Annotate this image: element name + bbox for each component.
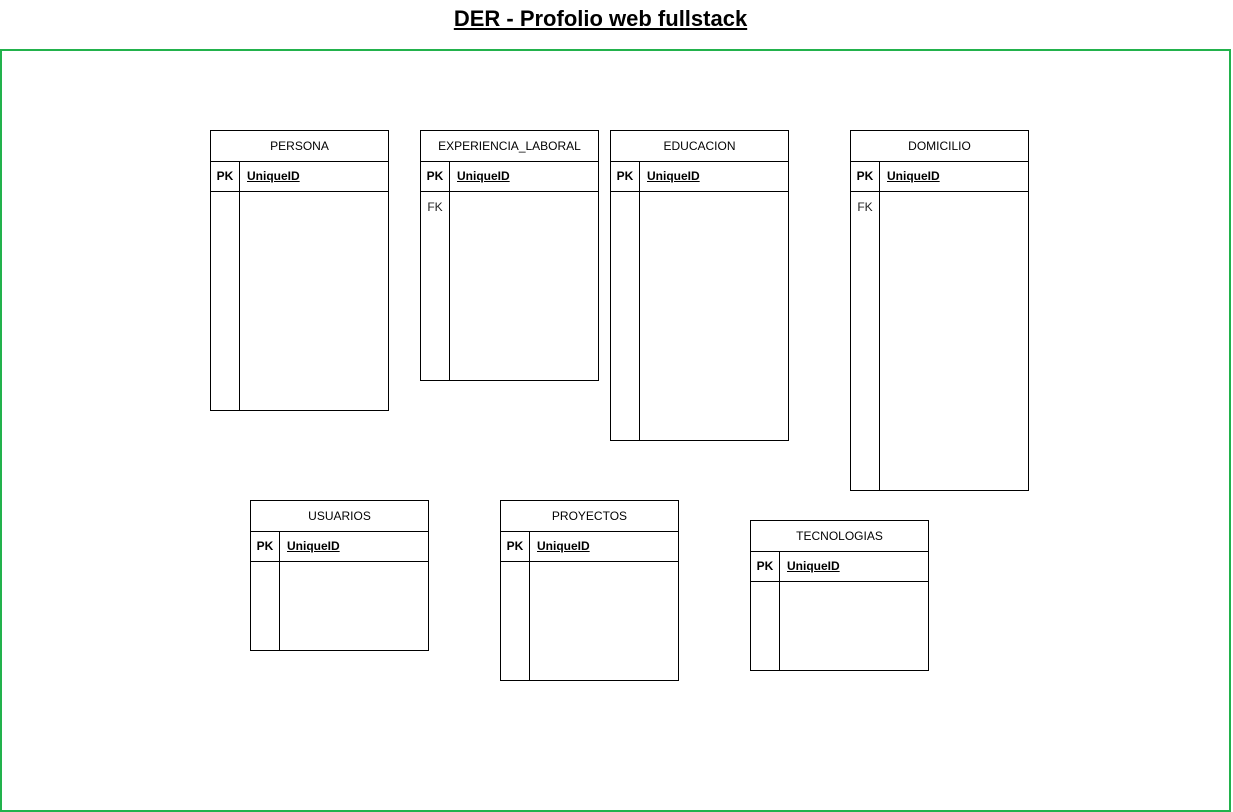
diagram-title: DER - Profolio web fullstack xyxy=(453,6,748,31)
entity-name: PERSONA xyxy=(211,131,388,162)
pk-row: PK UniqueID xyxy=(501,532,678,562)
attribute-area xyxy=(611,192,788,441)
pk-label: PK xyxy=(611,162,640,191)
entity-usuarios[interactable]: USUARIOS PK UniqueID xyxy=(250,500,429,651)
pk-label: PK xyxy=(851,162,880,191)
pk-field: UniqueID xyxy=(787,559,840,573)
fk-label: FK xyxy=(851,192,880,491)
key-column xyxy=(251,562,280,651)
pk-label: PK xyxy=(251,532,280,561)
field-column xyxy=(240,192,388,411)
pk-row: PK UniqueID xyxy=(751,552,928,582)
pk-field: UniqueID xyxy=(287,539,340,553)
attribute-area xyxy=(251,562,428,651)
fk-label: FK xyxy=(421,192,450,381)
pk-row: PK UniqueID xyxy=(421,162,598,192)
field-column xyxy=(780,582,928,671)
entity-experiencia-laboral[interactable]: EXPERIENCIA_LABORAL PK UniqueID FK xyxy=(420,130,599,381)
pk-label: PK xyxy=(211,162,240,191)
entity-educacion[interactable]: EDUCACION PK UniqueID xyxy=(610,130,789,441)
pk-field: UniqueID xyxy=(457,169,510,183)
attribute-area: FK xyxy=(421,192,598,381)
pk-field: UniqueID xyxy=(887,169,940,183)
pk-row: PK UniqueID xyxy=(251,532,428,562)
pk-label: PK xyxy=(751,552,780,581)
pk-label: PK xyxy=(421,162,450,191)
pk-label: PK xyxy=(501,532,530,561)
pk-row: PK UniqueID xyxy=(851,162,1028,192)
pk-row: PK UniqueID xyxy=(211,162,388,192)
field-column xyxy=(640,192,788,441)
pk-field: UniqueID xyxy=(647,169,700,183)
pk-field: UniqueID xyxy=(247,169,300,183)
field-column xyxy=(450,192,598,381)
attribute-area xyxy=(751,582,928,671)
key-column xyxy=(611,192,640,441)
entity-name: EDUCACION xyxy=(611,131,788,162)
field-column xyxy=(280,562,428,651)
key-column xyxy=(501,562,530,681)
attribute-area xyxy=(501,562,678,681)
key-column xyxy=(751,582,780,671)
attribute-area: FK xyxy=(851,192,1028,491)
entity-domicilio[interactable]: DOMICILIO PK UniqueID FK xyxy=(850,130,1029,491)
key-column xyxy=(211,192,240,411)
entity-name: PROYECTOS xyxy=(501,501,678,532)
entity-persona[interactable]: PERSONA PK UniqueID xyxy=(210,130,389,411)
entity-proyectos[interactable]: PROYECTOS PK UniqueID xyxy=(500,500,679,681)
attribute-area xyxy=(211,192,388,411)
pk-row: PK UniqueID xyxy=(611,162,788,192)
entity-name: EXPERIENCIA_LABORAL xyxy=(421,131,598,162)
entity-name: DOMICILIO xyxy=(851,131,1028,162)
entity-name: TECNOLOGIAS xyxy=(751,521,928,552)
pk-field: UniqueID xyxy=(537,539,590,553)
entity-tecnologias[interactable]: TECNOLOGIAS PK UniqueID xyxy=(750,520,929,671)
entity-name: USUARIOS xyxy=(251,501,428,532)
field-column xyxy=(530,562,678,681)
field-column xyxy=(880,192,1028,491)
